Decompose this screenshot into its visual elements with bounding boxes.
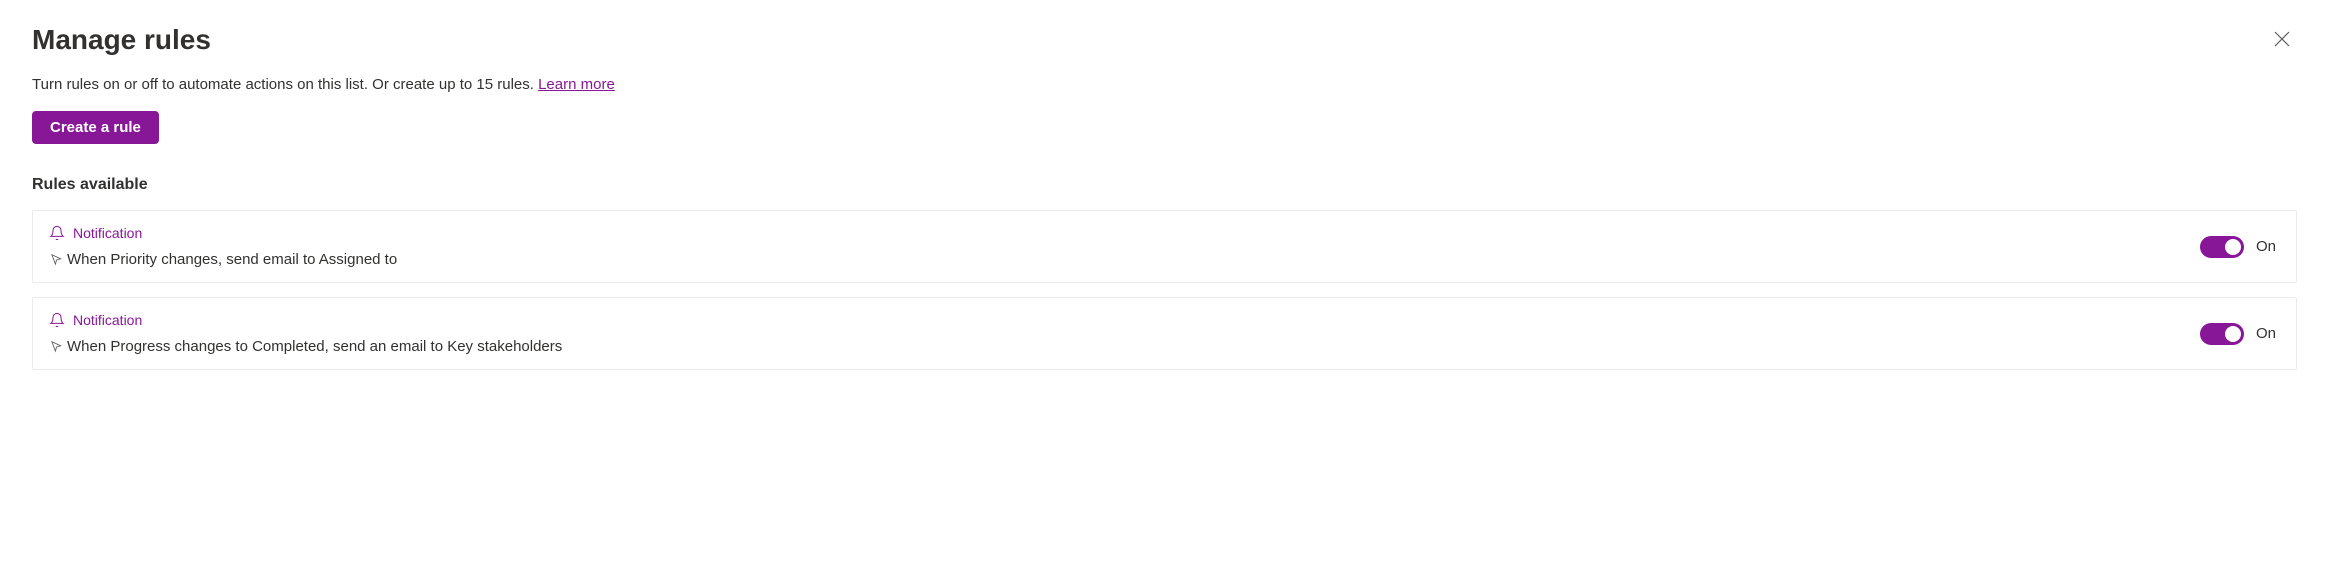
rule-type-label: Notification: [49, 225, 397, 241]
toggle-state-label: On: [2256, 325, 2276, 342]
rule-toggle[interactable]: [2200, 323, 2244, 345]
description-text: Turn rules on or off to automate actions…: [32, 76, 538, 93]
cursor-arrow-icon: [49, 340, 63, 354]
learn-more-link[interactable]: Learn more: [538, 76, 615, 93]
rule-card[interactable]: Notification When Priority changes, send…: [32, 210, 2297, 283]
bell-icon: [49, 312, 65, 328]
rule-description: When Progress changes to Completed, send…: [67, 338, 562, 355]
rules-available-heading: Rules available: [32, 176, 2297, 194]
create-rule-button[interactable]: Create a rule: [32, 111, 159, 144]
cursor-arrow-icon: [49, 253, 63, 267]
close-icon: [2273, 30, 2291, 48]
toggle-state-label: On: [2256, 238, 2276, 255]
rule-type-text: Notification: [73, 225, 142, 241]
rule-toggle[interactable]: [2200, 236, 2244, 258]
rule-type-text: Notification: [73, 312, 142, 328]
rule-description: When Priority changes, send email to Ass…: [67, 251, 397, 268]
rule-card[interactable]: Notification When Progress changes to Co…: [32, 297, 2297, 370]
bell-icon: [49, 225, 65, 241]
rule-type-label: Notification: [49, 312, 562, 328]
page-title: Manage rules: [32, 24, 211, 56]
page-description: Turn rules on or off to automate actions…: [32, 76, 2297, 93]
close-button[interactable]: [2267, 24, 2297, 54]
